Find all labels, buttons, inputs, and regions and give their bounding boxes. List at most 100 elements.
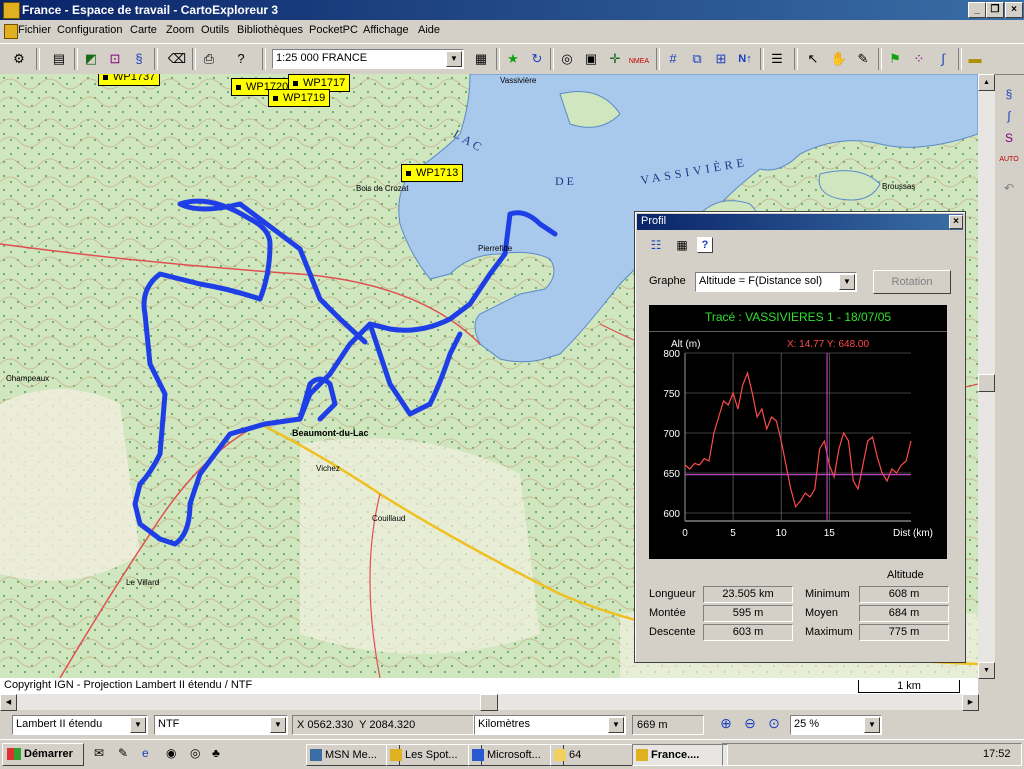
profile-close-button[interactable]: × [949, 215, 963, 229]
help-icon[interactable]: ? [230, 49, 252, 69]
undo-icon[interactable]: ↶ [999, 178, 1019, 198]
chevron-down-icon[interactable]: ▼ [864, 717, 880, 733]
menu-carte[interactable]: Carte [130, 24, 157, 36]
rotation-button[interactable]: Rotation [873, 270, 951, 294]
hscroll-thumb[interactable] [480, 694, 498, 711]
map-list-icon[interactable]: ▦ [470, 49, 492, 69]
layers-icon[interactable]: ⧉ [686, 49, 708, 69]
menu-bibliotheques[interactable]: Bibliothèques [237, 24, 303, 36]
print-icon[interactable]: ⎙ [198, 49, 220, 69]
list-icon[interactable]: ☷ [647, 236, 665, 254]
datum-select[interactable]: NTF ▼ [154, 715, 288, 735]
zoom-in-icon[interactable]: ⊕ [716, 715, 736, 735]
chevron-down-icon[interactable]: ▼ [270, 717, 286, 733]
scale-value: 1:25 000 FRANCE [276, 52, 368, 64]
projection-select[interactable]: Lambert II étendu ▼ [12, 715, 148, 735]
profile-title-bar: Profil × [637, 214, 963, 230]
quicklaunch-icon[interactable]: ◉ [166, 746, 182, 762]
ie-icon[interactable]: e [142, 746, 158, 762]
route-icon[interactable]: ◩ [80, 49, 102, 69]
app-icon[interactable] [3, 2, 20, 19]
minimum-label: Minimum [805, 588, 850, 600]
hash-grid-icon[interactable]: # [662, 49, 684, 69]
chevron-down-icon[interactable]: ▼ [839, 274, 855, 290]
main-toolbar: ⚙ ▤ ◩ ⊡ § ⌫ ⎙ ? 1:25 000 FRANCE ▼ ▦ ★ ↻ … [0, 43, 1024, 75]
altitude-profile-chart[interactable]: 600 650 700 750 800 0 5 10 15 Alt (m) Dist (km) X: … [649, 331, 947, 559]
task-button-active[interactable]: France.... [632, 744, 728, 766]
track-edit-icon[interactable]: ∫ [932, 49, 954, 69]
chevron-down-icon[interactable]: ▼ [446, 51, 462, 67]
quicklaunch-icon[interactable]: ✉ [94, 746, 110, 762]
scroll-down-button[interactable]: ▼ [978, 662, 995, 679]
settings-icon[interactable]: ▦ [673, 236, 691, 254]
menu-pocketpc[interactable]: PocketPC [309, 24, 358, 36]
scroll-left-button[interactable]: ◀ [0, 694, 17, 711]
track-icon[interactable]: § [128, 49, 150, 69]
grid-icon[interactable]: ▣ [580, 49, 602, 69]
waypoint-label[interactable]: WP1713 [401, 164, 464, 182]
waypoint-label[interactable]: WP1737 [98, 74, 161, 86]
menu-affichage[interactable]: Affichage [363, 24, 409, 36]
menu-fichier[interactable]: Fichier [18, 24, 51, 36]
binoculars-icon[interactable]: ◎ [556, 49, 578, 69]
zoom-out-icon[interactable]: ⊖ [740, 715, 760, 735]
north-icon[interactable]: N↑ [734, 49, 756, 69]
quicklaunch-icon[interactable]: ✎ [118, 746, 134, 762]
track-join-icon[interactable]: S [999, 128, 1019, 148]
ruler-icon[interactable]: ▬ [964, 49, 986, 69]
system-tray: 17:52 [722, 743, 1022, 766]
track-tool-icon[interactable]: § [999, 84, 1019, 104]
zoom-select[interactable]: 25 % ▼ [790, 715, 882, 735]
menu-zoom[interactable]: Zoom [166, 24, 194, 36]
erase-icon[interactable]: ⌫ [166, 49, 188, 69]
horizontal-scrollbar[interactable]: ◀ ▶ [0, 694, 979, 711]
start-button[interactable]: Démarrer [2, 743, 84, 766]
auto-icon[interactable]: AUTO [999, 150, 1019, 170]
altitude-header: Altitude [887, 569, 924, 581]
select-icon[interactable]: ↖ [802, 49, 824, 69]
waypoint-icon[interactable]: ⊡ [104, 49, 126, 69]
scroll-up-button[interactable]: ▲ [978, 74, 995, 91]
edit-icon[interactable]: ✎ [852, 49, 874, 69]
refresh-icon[interactable]: ↻ [526, 49, 548, 69]
map-footer: Copyright IGN - Projection Lambert II ét… [0, 678, 978, 694]
descente-value: 603 m [703, 624, 793, 641]
zoom-fit-icon[interactable]: ⊙ [764, 715, 784, 735]
menu-aide[interactable]: Aide [418, 24, 440, 36]
square-grid-icon[interactable]: ⊞ [710, 49, 732, 69]
graphe-select[interactable]: Altitude = F(Distance sol) ▼ [695, 272, 857, 292]
quicklaunch-icon[interactable]: ◎ [190, 746, 206, 762]
hand-icon[interactable]: ✋ [828, 49, 850, 69]
gps-icon[interactable]: ⚙ [8, 49, 30, 69]
chevron-down-icon[interactable]: ▼ [130, 717, 146, 733]
menu-configuration[interactable]: Configuration [57, 24, 122, 36]
profile-help-icon[interactable]: ? [697, 237, 713, 253]
route-edit-icon[interactable]: ⁘ [908, 49, 930, 69]
units-select[interactable]: Kilomètres ▼ [474, 715, 626, 735]
center-icon[interactable]: ✛ [604, 49, 626, 69]
place-label: Broussas [882, 182, 916, 191]
altitude-readout: 669 m [632, 715, 704, 735]
waypoint-label[interactable]: WP1719 [268, 89, 331, 107]
quicklaunch-icon[interactable]: ♣ [212, 746, 228, 762]
menu-outils[interactable]: Outils [201, 24, 229, 36]
scale-select[interactable]: 1:25 000 FRANCE ▼ [272, 49, 464, 69]
star-icon[interactable]: ★ [502, 49, 524, 69]
vertical-scrollbar[interactable]: ▲ ▼ [978, 74, 995, 679]
scroll-thumb[interactable] [978, 374, 995, 392]
descente-label: Descente [649, 626, 696, 638]
chevron-down-icon[interactable]: ▼ [608, 717, 624, 733]
doc-icon[interactable] [4, 24, 18, 39]
track-draw-icon[interactable]: ∫ [999, 106, 1019, 126]
profile-window: Profil × ☷ ▦ ? Graphe Altitude = F(Dista… [634, 211, 966, 663]
copy-icon[interactable]: ▤ [48, 49, 70, 69]
legend-icon[interactable]: ☰ [766, 49, 788, 69]
scroll-right-button[interactable]: ▶ [962, 694, 979, 711]
maximize-button[interactable]: ❐ [986, 2, 1004, 18]
close-button[interactable]: × [1005, 2, 1023, 18]
flag-icon[interactable]: ⚑ [884, 49, 906, 69]
nmea-icon[interactable]: NMEA [628, 49, 650, 69]
minimize-button[interactable]: _ [968, 2, 986, 18]
y-axis-label: Alt (m) [671, 339, 700, 350]
x-tick-label: 5 [730, 528, 736, 539]
